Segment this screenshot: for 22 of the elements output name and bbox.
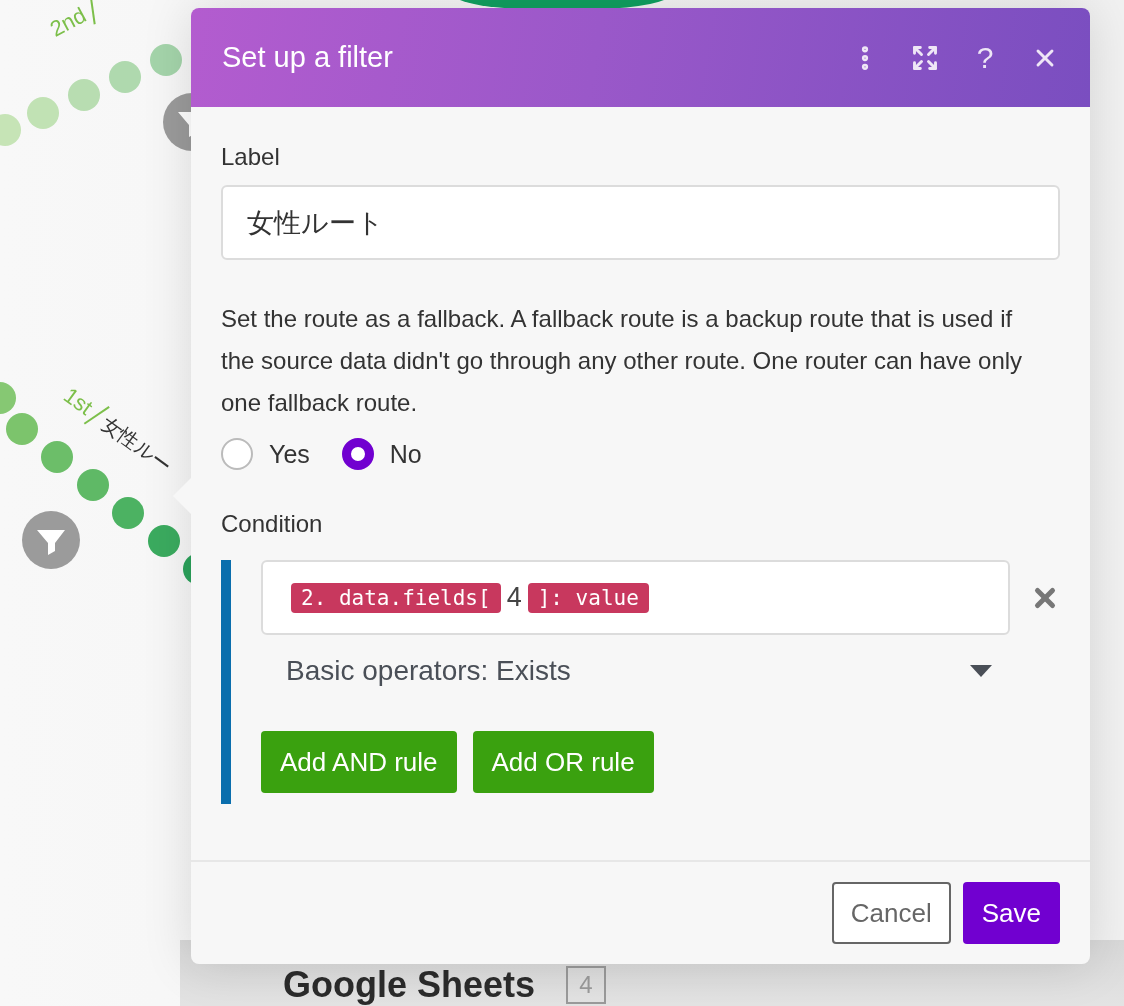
field-token: 2. data.fields[ <box>291 582 501 613</box>
field-label: Label <box>221 143 281 171</box>
module-count: 4 <box>566 966 606 1004</box>
operator-select[interactable]: Basic operators: Exists <box>261 635 996 707</box>
route-label: 女性ルー <box>97 410 177 479</box>
radio-option[interactable]: No <box>341 438 422 470</box>
condition-field[interactable]: 2. data.fields[ 4 ]: value <box>261 560 1010 635</box>
field-text: 4 <box>506 582 522 613</box>
route-order: 1st <box>58 382 98 421</box>
help-button[interactable]: ? <box>970 40 1000 75</box>
cancel-button[interactable]: Cancel <box>831 882 951 944</box>
caret-icon <box>970 665 992 677</box>
filter-icon[interactable] <box>21 510 81 570</box>
fallback-description: Set the route as a fallback. A fallback route is a backup route that is used if the source data didn't go through any other route. One router can have only one fallback route. <box>221 304 1024 418</box>
radio-option[interactable]: Yes <box>221 438 310 470</box>
field-label: Condition <box>221 510 324 538</box>
module-title: Google Sheets <box>283 964 536 1006</box>
label-input[interactable]: 女性ルート <box>221 185 1060 260</box>
field-token: ]: value <box>527 582 649 613</box>
save-button[interactable]: Save <box>962 882 1060 944</box>
route-order: 2nd <box>45 2 91 43</box>
dialog-title: Set up a filter <box>222 41 394 74</box>
